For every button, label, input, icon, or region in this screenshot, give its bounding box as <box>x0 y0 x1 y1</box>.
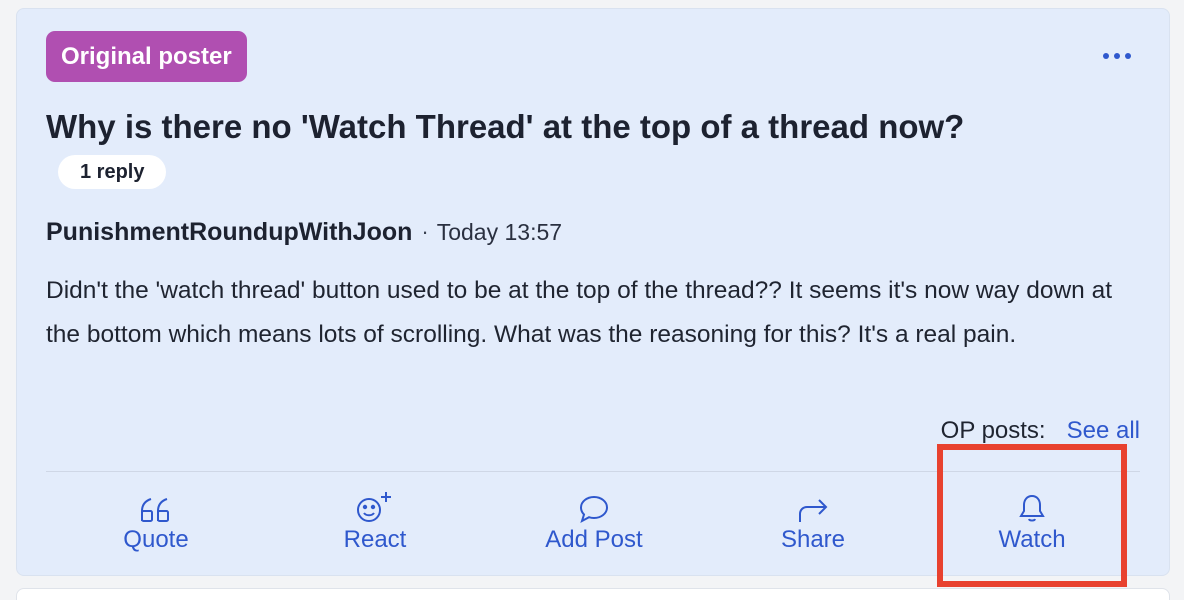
react-icon <box>355 484 395 524</box>
quote-button[interactable]: Quote <box>66 484 246 564</box>
quote-label: Quote <box>123 526 189 553</box>
add-post-button[interactable]: Add Post <box>504 484 684 564</box>
post-actions-bar: Quote React Add Post Share Watch <box>46 484 1140 564</box>
speech-bubble-icon <box>578 484 610 524</box>
quote-icon <box>139 484 173 524</box>
post-body: Didn't the 'watch thread' button used to… <box>46 277 1113 348</box>
react-label: React <box>343 526 407 553</box>
post-meta: PunishmentRoundupWithJoon · Today 13:57 <box>46 214 562 250</box>
op-posts-label: OP posts: <box>940 417 1046 444</box>
watch-button[interactable]: Watch <box>942 484 1122 564</box>
op-posts-row: OP posts: See all <box>941 414 1140 448</box>
share-button[interactable]: Share <box>723 484 903 564</box>
original-poster-badge: Original poster <box>46 31 247 82</box>
next-post-card <box>16 588 1170 600</box>
post-timestamp: Today 13:57 <box>436 218 563 245</box>
more-options-button[interactable] <box>1097 44 1137 68</box>
author-name[interactable]: PunishmentRoundupWithJoon <box>46 218 412 247</box>
see-all-link[interactable]: See all <box>1067 417 1140 445</box>
react-button[interactable]: React <box>285 484 465 564</box>
dot-icon <box>1125 53 1131 59</box>
bell-icon <box>1017 484 1047 524</box>
share-label: Share <box>780 526 846 553</box>
reply-count-badge[interactable]: 1 reply <box>58 155 167 189</box>
watch-label: Watch <box>998 526 1066 553</box>
add-post-label: Add Post <box>545 526 643 553</box>
thread-title: Why is there no 'Watch Thread' at the to… <box>46 108 965 145</box>
dot-icon <box>1114 53 1120 59</box>
share-arrow-icon <box>796 484 830 524</box>
divider <box>46 471 1140 472</box>
meta-separator: · <box>421 219 429 244</box>
dot-icon <box>1103 53 1109 59</box>
